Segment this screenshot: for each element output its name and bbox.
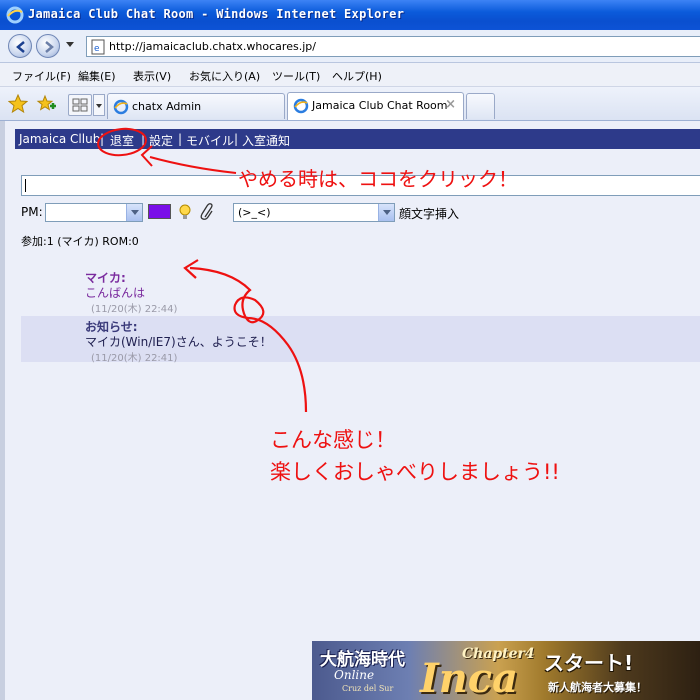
lightbulb-icon[interactable] (177, 203, 193, 221)
address-toolbar: e http://jamaicaclub.chatx.whocares.jp/ (0, 30, 700, 63)
paperclip-icon[interactable] (200, 203, 216, 221)
chat-post-notice: お知らせ: マイカ(Win/IE7)さん、ようこそ！ (11/20(木) 22:… (21, 316, 700, 364)
back-arrow-icon (16, 41, 25, 53)
nav-separator: | (234, 132, 239, 146)
annotation-click-here: やめる時は、ココをクリック！ (238, 167, 518, 191)
post-text: こんばんは (85, 286, 146, 300)
pm-label: PM: (21, 205, 43, 219)
banner-title: 大航海時代 (320, 650, 405, 670)
tab-list-dropdown[interactable] (93, 94, 105, 116)
window-title-bar: Jamaica Club Chat Room - Windows Interne… (0, 0, 700, 30)
recent-pages-dropdown[interactable] (66, 42, 74, 47)
mobile-link[interactable]: モバイル (186, 132, 234, 149)
menu-file[interactable]: ファイル(F) (12, 68, 71, 84)
banner-start: スタート! (544, 651, 634, 675)
tab-label: chatx Admin (132, 100, 202, 113)
post-author: マイカ: (85, 271, 126, 285)
tab-chatx-admin[interactable]: chatx Admin (107, 93, 285, 119)
banner-subtitle: Cruz del Sur (342, 684, 394, 693)
banner-recruit: 新人航海者大募集！ (548, 681, 647, 694)
post-time: (11/20(木) 22:44) (91, 304, 178, 315)
add-favorite-icon[interactable] (36, 94, 56, 114)
new-tab-button[interactable] (466, 93, 495, 119)
menu-tools[interactable]: ツール(T) (272, 68, 320, 84)
tab-jamaica-club[interactable]: Jamaica Club Chat Room × (287, 92, 464, 120)
tab-label: Jamaica Club Chat Room (312, 99, 448, 112)
menu-help[interactable]: ヘルプ(H) (332, 68, 382, 84)
menu-view[interactable]: 表示(V) (133, 68, 171, 84)
annotation-enjoy-chat: 楽しくおしゃべりしましょう!! (270, 460, 560, 484)
banner-online: Online (334, 668, 375, 682)
settings-link[interactable]: 設定 (149, 132, 173, 149)
nav-separator: | (178, 132, 183, 146)
nav-separator: | (141, 132, 146, 146)
post-text: マイカ(Win/IE7)さん、ようこそ！ (85, 335, 272, 349)
back-button[interactable] (8, 34, 32, 58)
close-tab-icon[interactable]: × (445, 97, 456, 112)
quick-tabs-button[interactable] (68, 94, 92, 116)
chat-post: マイカ: こんばんは (11/20(木) 22:44) (83, 269, 700, 315)
page-icon: e (91, 39, 105, 55)
pm-recipient-select[interactable] (45, 203, 143, 222)
menu-bar: ファイル(F) 編集(E) 表示(V) お気に入り(A) ツール(T) ヘルプ(… (0, 63, 700, 87)
favorites-star-icon[interactable] (8, 94, 28, 114)
svg-text:e: e (94, 44, 100, 54)
ad-banner[interactable]: 大航海時代 Online Cruz del Sur Inca Chapter4 … (312, 641, 700, 700)
page-content: Jamaica Cllub | 退室 | 設定 | モバイル | 入室通知 PM… (0, 121, 700, 700)
ie-page-icon (113, 99, 129, 115)
address-field[interactable]: e http://jamaicaclub.chatx.whocares.jp/ (86, 36, 700, 57)
participant-stats: 参加:1 (マイカ) ROM:0 (21, 235, 139, 248)
chevron-down-icon[interactable] (126, 204, 142, 221)
quick-tabs-icon (72, 98, 88, 112)
banner-chapter: Chapter4 (462, 646, 535, 662)
url-text[interactable]: http://jamaicaclub.chatx.whocares.jp/ (109, 40, 316, 53)
post-author: お知らせ: (85, 320, 138, 334)
ie-page-icon (293, 98, 309, 114)
kaomoji-value: (>_<) (238, 206, 271, 219)
leave-room-link[interactable]: 退室 (110, 132, 134, 149)
chevron-down-icon[interactable] (378, 204, 394, 221)
ie-icon (6, 6, 24, 24)
window-title: Jamaica Club Chat Room - Windows Interne… (28, 7, 405, 21)
nav-separator: | (100, 132, 105, 146)
site-name-link[interactable]: Jamaica Cllub (19, 132, 100, 146)
text-color-swatch[interactable] (148, 204, 171, 219)
kaomoji-select[interactable]: (>_<) (233, 203, 395, 222)
kaomoji-insert-label[interactable]: 顔文字挿入 (399, 205, 459, 222)
annotation-like-this: こんな感じ！ (270, 428, 396, 452)
forward-arrow-icon (45, 41, 54, 53)
forward-button[interactable] (36, 34, 60, 58)
post-time: (11/20(木) 22:41) (91, 353, 178, 364)
menu-edit[interactable]: 編集(E) (78, 68, 116, 84)
menu-favorites[interactable]: お気に入り(A) (189, 68, 260, 84)
chat-nav-bar: Jamaica Cllub | 退室 | 設定 | モバイル | 入室通知 (15, 129, 700, 149)
tab-bar: chatx Admin Jamaica Club Chat Room × (0, 87, 700, 121)
entry-notify-link[interactable]: 入室通知 (242, 132, 290, 149)
